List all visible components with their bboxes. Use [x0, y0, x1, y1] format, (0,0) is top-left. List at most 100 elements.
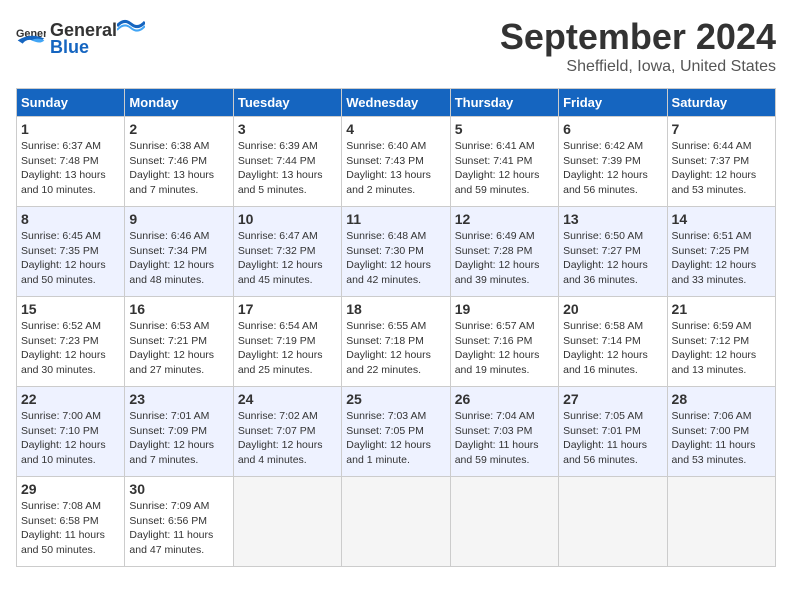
cell-sun-info: Sunrise: 6:59 AMSunset: 7:12 PMDaylight:… — [672, 319, 771, 378]
cell-sun-info: Sunrise: 7:08 AMSunset: 6:58 PMDaylight:… — [21, 499, 120, 558]
calendar-cell — [450, 477, 558, 567]
page-header: General General Blue September 2024 Shef… — [16, 16, 776, 76]
day-number: 29 — [21, 481, 120, 497]
cell-sun-info: Sunrise: 7:03 AMSunset: 7:05 PMDaylight:… — [346, 409, 445, 468]
calendar-cell: 25 Sunrise: 7:03 AMSunset: 7:05 PMDayligh… — [342, 387, 450, 477]
day-number: 11 — [346, 211, 445, 227]
calendar-cell: 30Sunrise: 7:09 AMSunset: 6:56 PMDayligh… — [125, 477, 233, 567]
calendar-cell: 1 Sunrise: 6:37 AMSunset: 7:48 PMDaylight… — [17, 117, 125, 207]
day-number: 21 — [672, 301, 771, 317]
day-number: 18 — [346, 301, 445, 317]
calendar-cell: 8 Sunrise: 6:45 AMSunset: 7:35 PMDaylight… — [17, 207, 125, 297]
calendar-cell: 19 Sunrise: 6:57 AMSunset: 7:16 PMDayligh… — [450, 297, 558, 387]
calendar-cell: 10 Sunrise: 6:47 AMSunset: 7:32 PMDayligh… — [233, 207, 341, 297]
cell-sun-info: Sunrise: 6:42 AMSunset: 7:39 PMDaylight:… — [563, 139, 662, 198]
calendar-cell: 6 Sunrise: 6:42 AMSunset: 7:39 PMDaylight… — [559, 117, 667, 207]
cell-sun-info: Sunrise: 6:49 AMSunset: 7:28 PMDaylight:… — [455, 229, 554, 288]
calendar-cell: 22 Sunrise: 7:00 AMSunset: 7:10 PMDayligh… — [17, 387, 125, 477]
logo: General General Blue — [16, 16, 145, 58]
calendar-header-row: SundayMondayTuesdayWednesdayThursdayFrid… — [17, 89, 776, 117]
cell-sun-info: Sunrise: 6:52 AMSunset: 7:23 PMDaylight:… — [21, 319, 120, 378]
cell-sun-info: Sunrise: 6:47 AMSunset: 7:32 PMDaylight:… — [238, 229, 337, 288]
calendar-cell: 12 Sunrise: 6:49 AMSunset: 7:28 PMDayligh… — [450, 207, 558, 297]
day-number: 27 — [563, 391, 662, 407]
calendar-cell: 2 Sunrise: 6:38 AMSunset: 7:46 PMDaylight… — [125, 117, 233, 207]
calendar-week-row: 8 Sunrise: 6:45 AMSunset: 7:35 PMDaylight… — [17, 207, 776, 297]
month-title: September 2024 — [500, 16, 776, 58]
day-number: 30 — [129, 481, 228, 497]
day-number: 26 — [455, 391, 554, 407]
column-header-wednesday: Wednesday — [342, 89, 450, 117]
column-header-thursday: Thursday — [450, 89, 558, 117]
cell-sun-info: Sunrise: 7:01 AMSunset: 7:09 PMDaylight:… — [129, 409, 228, 468]
location: Sheffield, Iowa, United States — [500, 58, 776, 76]
cell-sun-info: Sunrise: 6:48 AMSunset: 7:30 PMDaylight:… — [346, 229, 445, 288]
calendar-cell: 29 Sunrise: 7:08 AMSunset: 6:58 PMDayligh… — [17, 477, 125, 567]
column-header-friday: Friday — [559, 89, 667, 117]
calendar-cell: 26 Sunrise: 7:04 AMSunset: 7:03 PMDayligh… — [450, 387, 558, 477]
calendar-cell: 11 Sunrise: 6:48 AMSunset: 7:30 PMDayligh… — [342, 207, 450, 297]
calendar-cell: 15Sunrise: 6:52 AMSunset: 7:23 PMDayligh… — [17, 297, 125, 387]
calendar-cell: 24Sunrise: 7:02 AMSunset: 7:07 PMDayligh… — [233, 387, 341, 477]
day-number: 5 — [455, 121, 554, 137]
column-header-tuesday: Tuesday — [233, 89, 341, 117]
cell-sun-info: Sunrise: 7:00 AMSunset: 7:10 PMDaylight:… — [21, 409, 120, 468]
calendar-cell — [667, 477, 775, 567]
calendar-cell: 16Sunrise: 6:53 AMSunset: 7:21 PMDayligh… — [125, 297, 233, 387]
day-number: 1 — [21, 121, 120, 137]
cell-sun-info: Sunrise: 6:45 AMSunset: 7:35 PMDaylight:… — [21, 229, 120, 288]
day-number: 25 — [346, 391, 445, 407]
calendar-cell: 7 Sunrise: 6:44 AMSunset: 7:37 PMDaylight… — [667, 117, 775, 207]
calendar-week-row: 15Sunrise: 6:52 AMSunset: 7:23 PMDayligh… — [17, 297, 776, 387]
cell-sun-info: Sunrise: 6:57 AMSunset: 7:16 PMDaylight:… — [455, 319, 554, 378]
calendar-cell: 27Sunrise: 7:05 AMSunset: 7:01 PMDayligh… — [559, 387, 667, 477]
day-number: 6 — [563, 121, 662, 137]
cell-sun-info: Sunrise: 6:58 AMSunset: 7:14 PMDaylight:… — [563, 319, 662, 378]
calendar-cell: 13 Sunrise: 6:50 AMSunset: 7:27 PMDayligh… — [559, 207, 667, 297]
day-number: 19 — [455, 301, 554, 317]
calendar-cell — [342, 477, 450, 567]
day-number: 7 — [672, 121, 771, 137]
day-number: 14 — [672, 211, 771, 227]
cell-sun-info: Sunrise: 6:44 AMSunset: 7:37 PMDaylight:… — [672, 139, 771, 198]
cell-sun-info: Sunrise: 6:55 AMSunset: 7:18 PMDaylight:… — [346, 319, 445, 378]
cell-sun-info: Sunrise: 7:04 AMSunset: 7:03 PMDaylight:… — [455, 409, 554, 468]
calendar-week-row: 22 Sunrise: 7:00 AMSunset: 7:10 PMDayligh… — [17, 387, 776, 477]
column-header-sunday: Sunday — [17, 89, 125, 117]
cell-sun-info: Sunrise: 7:06 AMSunset: 7:00 PMDaylight:… — [672, 409, 771, 468]
calendar-cell: 4 Sunrise: 6:40 AMSunset: 7:43 PMDaylight… — [342, 117, 450, 207]
calendar-cell — [559, 477, 667, 567]
calendar-cell: 3Sunrise: 6:39 AMSunset: 7:44 PMDaylight… — [233, 117, 341, 207]
day-number: 20 — [563, 301, 662, 317]
cell-sun-info: Sunrise: 6:50 AMSunset: 7:27 PMDaylight:… — [563, 229, 662, 288]
day-number: 8 — [21, 211, 120, 227]
calendar-cell: 28Sunrise: 7:06 AMSunset: 7:00 PMDayligh… — [667, 387, 775, 477]
title-area: September 2024 Sheffield, Iowa, United S… — [500, 16, 776, 76]
column-header-saturday: Saturday — [667, 89, 775, 117]
cell-sun-info: Sunrise: 6:40 AMSunset: 7:43 PMDaylight:… — [346, 139, 445, 198]
cell-sun-info: Sunrise: 6:46 AMSunset: 7:34 PMDaylight:… — [129, 229, 228, 288]
day-number: 23 — [129, 391, 228, 407]
column-header-monday: Monday — [125, 89, 233, 117]
day-number: 16 — [129, 301, 228, 317]
day-number: 4 — [346, 121, 445, 137]
day-number: 12 — [455, 211, 554, 227]
calendar-cell: 14 Sunrise: 6:51 AMSunset: 7:25 PMDayligh… — [667, 207, 775, 297]
cell-sun-info: Sunrise: 6:51 AMSunset: 7:25 PMDaylight:… — [672, 229, 771, 288]
calendar-week-row: 1 Sunrise: 6:37 AMSunset: 7:48 PMDaylight… — [17, 117, 776, 207]
calendar-cell: 20 Sunrise: 6:58 AMSunset: 7:14 PMDayligh… — [559, 297, 667, 387]
calendar-cell: 9Sunrise: 6:46 AMSunset: 7:34 PMDaylight… — [125, 207, 233, 297]
day-number: 22 — [21, 391, 120, 407]
calendar-table: SundayMondayTuesdayWednesdayThursdayFrid… — [16, 88, 776, 567]
cell-sun-info: Sunrise: 6:38 AMSunset: 7:46 PMDaylight:… — [129, 139, 228, 198]
calendar-cell — [233, 477, 341, 567]
cell-sun-info: Sunrise: 6:37 AMSunset: 7:48 PMDaylight:… — [21, 139, 120, 198]
day-number: 10 — [238, 211, 337, 227]
calendar-cell: 18 Sunrise: 6:55 AMSunset: 7:18 PMDayligh… — [342, 297, 450, 387]
day-number: 24 — [238, 391, 337, 407]
day-number: 2 — [129, 121, 228, 137]
calendar-week-row: 29 Sunrise: 7:08 AMSunset: 6:58 PMDayligh… — [17, 477, 776, 567]
day-number: 13 — [563, 211, 662, 227]
calendar-cell: 5Sunrise: 6:41 AMSunset: 7:41 PMDaylight… — [450, 117, 558, 207]
cell-sun-info: Sunrise: 6:39 AMSunset: 7:44 PMDaylight:… — [238, 139, 337, 198]
